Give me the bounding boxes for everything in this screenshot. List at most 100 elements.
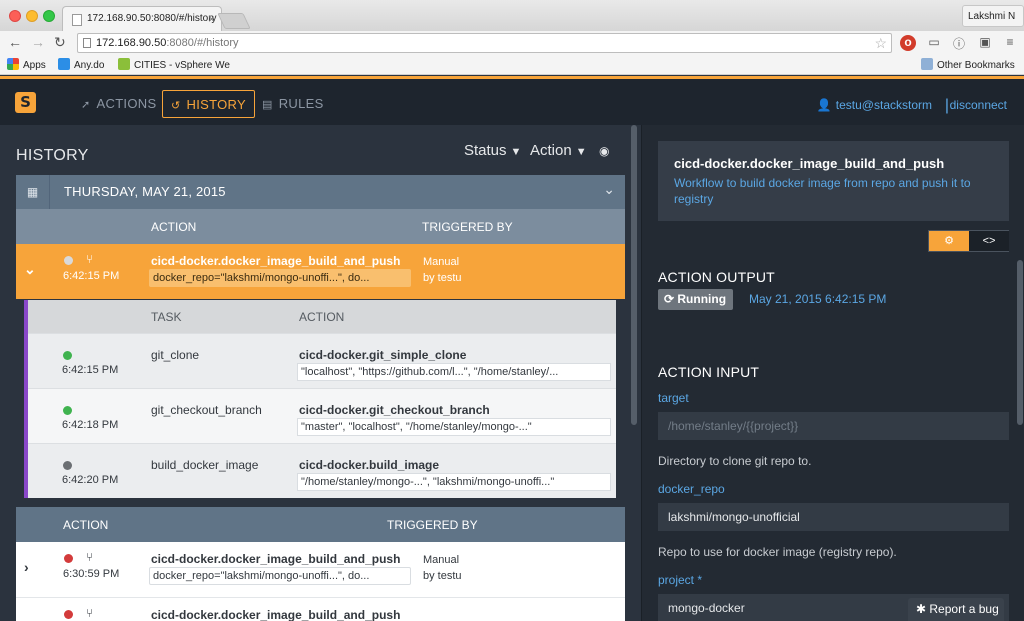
status-running-dot bbox=[64, 256, 73, 265]
scrollbar-thumb[interactable] bbox=[1017, 260, 1023, 425]
vsphere-icon bbox=[118, 58, 130, 70]
status-pending-dot bbox=[63, 461, 72, 470]
book-icon: ▤ bbox=[262, 99, 273, 111]
bookmark-anydo[interactable]: Any.do bbox=[58, 58, 104, 71]
field-label-docker-repo: docker_repo bbox=[658, 482, 725, 496]
column-triggered-by: TRIGGERED BY bbox=[387, 518, 478, 532]
menu-icon[interactable]: ≡ bbox=[1002, 35, 1018, 51]
action-filter[interactable]: Action ▼ bbox=[530, 142, 587, 159]
zoom-window-button[interactable] bbox=[43, 10, 55, 22]
code-view-button[interactable]: <> bbox=[969, 231, 1009, 251]
bookmarks-bar: Apps Any.do CITIES - vSphere We Other Bo… bbox=[0, 55, 1024, 75]
info-icon[interactable]: ⓘ bbox=[951, 35, 967, 51]
table-row[interactable]: › ⑂ 6:30:59 PM cicd-docker.docker_image_… bbox=[16, 542, 625, 597]
minimize-window-button[interactable] bbox=[26, 10, 38, 22]
chevron-down-icon: ▼ bbox=[575, 146, 587, 158]
child-action: cicd-docker.git_simple_clone bbox=[299, 348, 467, 362]
reload-icon[interactable]: ↻ bbox=[54, 34, 66, 51]
scrollbar[interactable] bbox=[631, 125, 637, 621]
chevron-right-icon[interactable]: › bbox=[24, 559, 29, 575]
disconnect-link[interactable]: disconnect bbox=[950, 98, 1007, 112]
anydo-icon bbox=[58, 58, 70, 70]
bookmark-star-icon[interactable]: ☆ bbox=[874, 35, 887, 52]
chevron-down-icon[interactable]: ⌄ bbox=[24, 261, 36, 278]
field-label-project: project * bbox=[658, 573, 703, 587]
execution-action: cicd-docker.docker_image_build_and_push bbox=[151, 254, 401, 268]
refresh-icon: ⟳ bbox=[664, 292, 678, 306]
close-tab-icon[interactable]: × bbox=[208, 12, 215, 26]
child-task: build_docker_image bbox=[151, 458, 259, 472]
status-failed-dot bbox=[64, 610, 73, 619]
user-icon: 👤 bbox=[816, 98, 832, 112]
nav-actions[interactable]: ➚ ACTIONS bbox=[73, 90, 164, 118]
app-header: S ➚ ACTIONS ↺ HISTORY ▤ RULES 👤 testu@stacks… bbox=[0, 76, 1024, 125]
workflow-icon: ⑂ bbox=[86, 252, 94, 266]
bookmark-label: Any.do bbox=[74, 60, 105, 71]
execution-action: cicd-docker.docker_image_build_and_push bbox=[151, 552, 401, 566]
details-panel: cicd-docker.docker_image_build_and_push … bbox=[641, 125, 1024, 621]
trigger-type: Manual bbox=[423, 256, 460, 268]
extension-icon[interactable]: ▣ bbox=[977, 35, 993, 51]
nav-history[interactable]: ↺ HISTORY bbox=[162, 90, 255, 118]
child-time: 6:42:18 PM bbox=[62, 419, 119, 431]
child-row[interactable]: 6:42:18 PM git_checkout_branch cicd-dock… bbox=[28, 388, 616, 443]
folder-icon bbox=[921, 58, 933, 70]
action-summary-card: cicd-docker.docker_image_build_and_push … bbox=[658, 141, 1009, 221]
new-tab-button[interactable] bbox=[217, 13, 251, 29]
trigger-type: Manual bbox=[423, 554, 460, 566]
status-success-dot bbox=[63, 406, 72, 415]
target-input[interactable]: /home/stanley/{{project}} bbox=[658, 412, 1009, 440]
user-link[interactable]: 👤 testu@stackstorm bbox=[817, 98, 932, 112]
execution-time: 6:42:15 PM bbox=[63, 270, 120, 282]
bookmark-other[interactable]: Other Bookmarks bbox=[921, 58, 1015, 71]
url-host: 172.168.90.50 bbox=[96, 37, 167, 49]
chevron-down-icon: ▼ bbox=[510, 146, 522, 158]
workflow-icon: ⑂ bbox=[86, 550, 94, 564]
report-bug-button[interactable]: ✱ Report a bug bbox=[908, 598, 1004, 621]
action-input-title: ACTION INPUT bbox=[658, 364, 760, 380]
action-name: cicd-docker.docker_image_build_and_push bbox=[674, 156, 945, 171]
back-icon[interactable]: ← bbox=[8, 34, 22, 50]
table-row[interactable]: ⑂ cicd-docker.docker_image_build_and_pus… bbox=[16, 597, 625, 621]
url-path: :8080/#/history bbox=[166, 37, 239, 49]
page-icon bbox=[72, 14, 82, 26]
cast-icon[interactable]: ▭ bbox=[926, 35, 942, 51]
nav-rules[interactable]: ▤ RULES bbox=[254, 90, 332, 118]
bookmark-label: Apps bbox=[23, 60, 46, 71]
status-filter[interactable]: Status ▼ bbox=[464, 142, 521, 159]
page-title: HISTORY bbox=[16, 147, 89, 164]
browser-tab[interactable]: 172.168.90.50:8080/#/history × bbox=[62, 6, 222, 31]
bookmark-cities[interactable]: CITIES - vSphere We bbox=[118, 58, 230, 71]
status-label: Running bbox=[677, 292, 727, 306]
browser-toolbar: ← → ↻ 172.168.90.50:8080/#/history ☆ o ▭… bbox=[0, 31, 1024, 55]
table-row-selected[interactable]: ⌄ ⑂ 6:42:15 PM cicd-docker.docker_image_… bbox=[16, 244, 625, 299]
graph-view-button[interactable]: ⚙ bbox=[929, 231, 969, 251]
nav-label: HISTORY bbox=[186, 97, 246, 112]
eye-icon[interactable]: ◉ bbox=[599, 144, 613, 158]
scrollbar-thumb[interactable] bbox=[631, 125, 637, 425]
child-row[interactable]: 6:42:20 PM build_docker_image cicd-docke… bbox=[28, 443, 616, 498]
field-help-docker-repo: Repo to use for docker image (registry r… bbox=[658, 545, 897, 559]
table-header: ACTION TRIGGERED BY bbox=[16, 209, 625, 244]
profile-button[interactable]: Lakshmi N bbox=[962, 5, 1024, 27]
page-icon bbox=[83, 38, 91, 48]
day-group-header[interactable]: ▦ THURSDAY, MAY 21, 2015 ⌄ bbox=[16, 175, 625, 209]
history-panel: HISTORY Status ▼ Action ▼ ◉ ▦ THURSDAY, MA… bbox=[0, 125, 641, 621]
status-success-dot bbox=[63, 351, 72, 360]
stackstorm-logo[interactable]: S bbox=[15, 92, 36, 113]
child-task: git_checkout_branch bbox=[151, 403, 262, 417]
field-help-target: Directory to clone git repo to. bbox=[658, 454, 812, 468]
close-window-button[interactable] bbox=[9, 10, 21, 22]
address-bar[interactable]: 172.168.90.50:8080/#/history ☆ bbox=[77, 33, 892, 53]
chevron-down-icon[interactable]: ⌄ bbox=[603, 181, 615, 198]
child-row[interactable]: 6:42:15 PM git_clone cicd-docker.git_sim… bbox=[28, 333, 616, 388]
child-params: "master", "localhost", "/home/stanley/mo… bbox=[297, 418, 611, 436]
child-task: git_clone bbox=[151, 348, 200, 362]
execution-timestamp: May 21, 2015 6:42:15 PM bbox=[749, 292, 887, 306]
adblock-icon[interactable]: o bbox=[900, 35, 916, 51]
status-badge: ⟳ Running bbox=[658, 289, 734, 310]
forward-icon[interactable]: → bbox=[31, 34, 45, 50]
bookmark-apps[interactable]: Apps bbox=[7, 58, 46, 71]
docker-repo-input[interactable]: lakshmi/mongo-unofficial bbox=[658, 503, 1009, 531]
execution-time: 6:30:59 PM bbox=[63, 568, 120, 580]
